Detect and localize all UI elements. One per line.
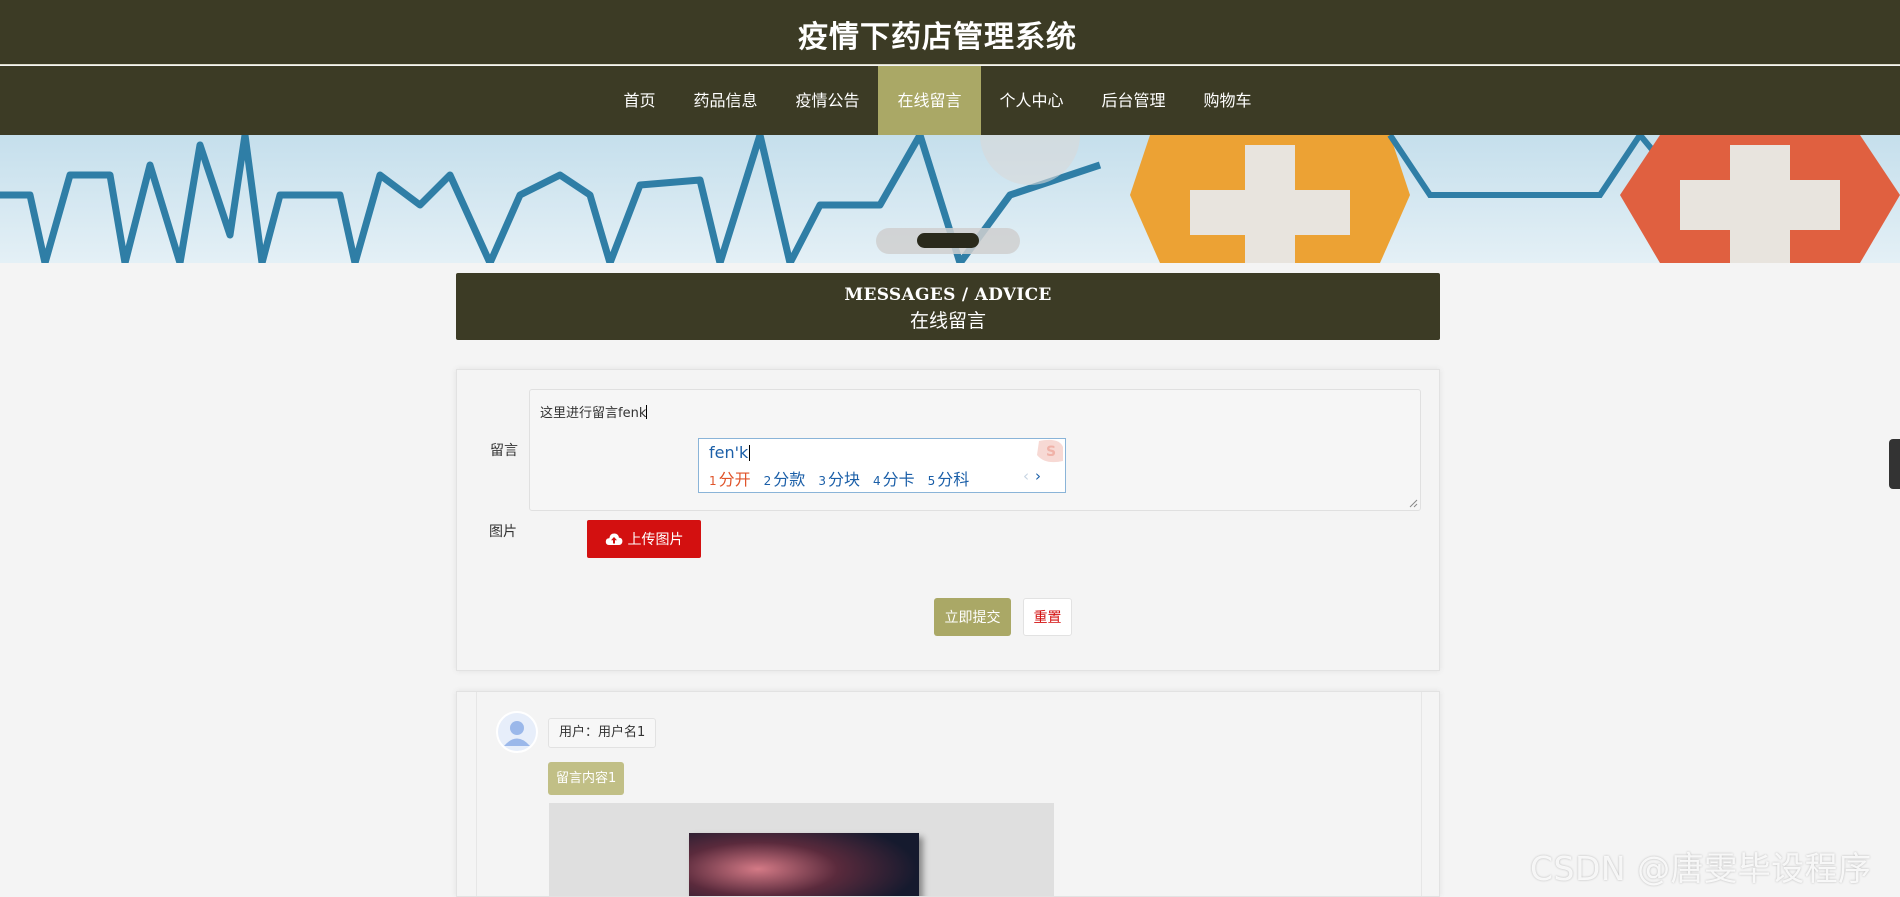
csdn-watermark: CSDN @唐雯毕设程序 xyxy=(1530,849,1872,888)
nav-item-cart[interactable]: 购物车 xyxy=(1185,66,1271,135)
user-avatar-icon xyxy=(496,711,538,753)
site-header: 疫情下药店管理系统 xyxy=(0,0,1900,65)
ime-candidates: 1 分开 2 分款 3 分块 4 分卡 5 分科 xyxy=(709,466,969,490)
message-textarea[interactable]: 这里进行留言fenk S fen'k 1 分开 2 分款 3 分块 4 分卡 5 分科 ‹… xyxy=(529,389,1421,511)
ime-candidate-4[interactable]: 4 分卡 xyxy=(873,466,915,490)
message-form: 留言 这里进行留言fenk S fen'k 1 分开 2 分款 3 分块 4 分卡 5分… xyxy=(456,369,1440,671)
nav-item-epidemic-notice[interactable]: 疫情公告 xyxy=(776,66,878,135)
section-title-en: MESSAGES / ADVICE xyxy=(844,285,1052,305)
site-title: 疫情下药店管理系统 xyxy=(798,20,1077,55)
reset-button[interactable]: 重置 xyxy=(1023,598,1072,636)
section-title-cn: 在线留言 xyxy=(909,310,986,332)
banner-image xyxy=(0,135,1900,263)
ime-logo-icon: S xyxy=(1037,439,1063,463)
submit-button[interactable]: 立即提交 xyxy=(934,598,1011,636)
ime-candidate-1[interactable]: 1 分开 xyxy=(709,466,751,490)
side-toggle-tab[interactable] xyxy=(1889,439,1900,489)
message-text: 这里进行留言fenk xyxy=(540,406,647,421)
ime-candidate-2[interactable]: 2 分款 xyxy=(764,466,806,490)
slider-dot-active xyxy=(917,233,979,248)
message-list: 用户：用户名1 留言内容1 xyxy=(456,691,1440,897)
nav-item-medicine-info[interactable]: 药品信息 xyxy=(674,66,776,135)
message-image xyxy=(549,803,1054,896)
nav-item-admin[interactable]: 后台管理 xyxy=(1083,66,1185,135)
ime-candidate-window: S fen'k 1 分开 2 分款 3 分块 4 分卡 5 分科 ‹ › xyxy=(698,438,1066,493)
ime-candidate-3[interactable]: 3 分块 xyxy=(818,466,860,490)
message-item: 用户：用户名1 留言内容1 xyxy=(476,692,1422,896)
message-user: 用户：用户名1 xyxy=(548,718,657,748)
text-caret xyxy=(646,405,648,419)
ime-page-arrows: ‹ › xyxy=(1023,467,1041,485)
nav-item-online-message[interactable]: 在线留言 xyxy=(878,66,981,135)
ime-prev-icon[interactable]: ‹ xyxy=(1023,467,1029,485)
resize-grip-icon[interactable] xyxy=(1409,499,1418,508)
message-photo xyxy=(689,833,919,896)
nav-item-home[interactable]: 首页 xyxy=(604,66,674,135)
upload-image-button[interactable]: 上传图片 xyxy=(587,520,701,558)
message-label: 留言 xyxy=(490,443,518,459)
message-content: 留言内容1 xyxy=(548,762,625,795)
image-label: 图片 xyxy=(489,524,517,540)
cloud-upload-icon xyxy=(605,533,622,545)
ime-candidate-5[interactable]: 5 分科 xyxy=(928,466,970,490)
ime-pinyin: fen'k xyxy=(709,443,751,462)
section-title-block: MESSAGES / ADVICE 在线留言 xyxy=(456,273,1440,340)
svg-text:S: S xyxy=(1046,444,1056,460)
banner-carousel xyxy=(0,135,1900,263)
nav-item-personal-center[interactable]: 个人中心 xyxy=(981,66,1083,135)
ime-next-icon[interactable]: › xyxy=(1035,467,1041,485)
main-nav: 首页 药品信息 疫情公告 在线留言 个人中心 后台管理 购物车 xyxy=(0,66,1900,135)
upload-image-label: 上传图片 xyxy=(627,532,684,548)
